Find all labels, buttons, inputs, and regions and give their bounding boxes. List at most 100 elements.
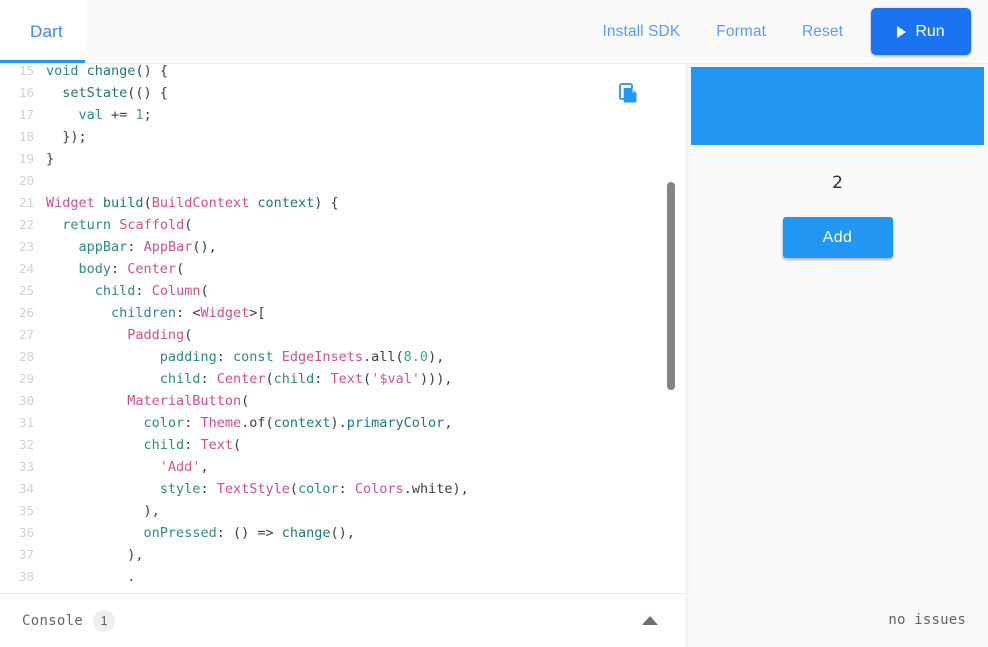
line-number: 35 [0,500,46,522]
tab-dart[interactable]: Dart [0,0,85,63]
code-line[interactable]: 18 }); [0,126,686,148]
code-token: ( [241,393,249,409]
line-number: 33 [0,456,46,478]
line-number: 32 [0,434,46,456]
code-line[interactable]: 22 return Scaffold( [0,214,686,236]
code-line[interactable]: 15void change() { [0,64,686,82]
code-token: padding [160,349,217,365]
play-icon [897,26,906,38]
code-token: }); [62,129,86,145]
code-line[interactable]: 37 ), [0,544,686,566]
code-token: Padding [127,327,184,343]
code-token: : [127,239,143,255]
code-token: : < [176,305,200,321]
line-number: 19 [0,148,46,170]
tab-dart-label: Dart [30,22,63,42]
code-line-text: ), [46,544,686,566]
code-token: (() { [127,85,168,101]
code-token: setState [62,85,127,101]
code-token: 1 [135,107,143,123]
line-number: 24 [0,258,46,280]
line-number: 34 [0,478,46,500]
line-number: 15 [0,64,46,82]
line-number: 26 [0,302,46,324]
code-token: , [444,415,452,431]
code-token: } [46,151,54,167]
reset-link[interactable]: Reset [784,15,861,49]
code-token: build [103,195,144,211]
line-number: 23 [0,236,46,258]
editor-column: 15void change() {16 setState(() {17 val … [0,64,687,647]
code-token: ( [184,217,192,233]
code-line[interactable]: 32 child: Text( [0,434,686,456]
code-token: , [200,459,208,475]
code-line[interactable]: 17 val += 1; [0,104,686,126]
code-token: const [233,349,274,365]
code-token: primaryColor [347,415,445,431]
code-token: ) { [314,195,338,211]
line-number: 25 [0,280,46,302]
code-token: ), [428,349,444,365]
code-token [111,217,119,233]
editor-scrollbar-thumb[interactable] [667,182,675,390]
code-token: (), [331,525,355,541]
add-button[interactable]: Add [783,217,893,258]
code-token: : [200,371,216,387]
code-line[interactable]: 27 Padding( [0,324,686,346]
preview-column: 2 Add no issues [687,64,988,647]
install-sdk-link[interactable]: Install SDK [585,15,699,49]
code-lines[interactable]: 15void change() {16 setState(() {17 val … [0,64,686,593]
code-token: += [103,107,136,123]
run-button[interactable]: Run [871,8,971,55]
issues-status-text: no issues [888,612,966,628]
code-token: style [160,481,201,497]
code-line[interactable]: 21Widget build(BuildContext context) { [0,192,686,214]
code-line[interactable]: 23 appBar: AppBar(), [0,236,686,258]
editor-scrollbar[interactable] [664,64,678,593]
code-line-text: void change() { [46,64,686,82]
console-bar[interactable]: Console 1 [0,593,687,647]
code-line[interactable]: 36 onPressed: () => change(), [0,522,686,544]
code-token: : () => [217,525,282,541]
code-line-text: setState(() { [46,82,686,104]
code-token: ; [144,107,152,123]
code-line[interactable]: 31 color: Theme.of(context).primaryColor… [0,412,686,434]
code-line[interactable]: 34 style: TextStyle(color: Colors.white)… [0,478,686,500]
caret-up-icon[interactable] [642,616,658,625]
code-token: : [200,481,216,497]
code-token: return [62,217,111,233]
code-line[interactable]: 35 ), [0,500,686,522]
code-line[interactable]: 30 MaterialButton( [0,390,686,412]
line-number: 27 [0,324,46,346]
code-line[interactable]: 28 padding: const EdgeInsets.all(8.0), [0,346,686,368]
code-editor[interactable]: 15void change() {16 setState(() {17 val … [0,64,687,593]
code-line[interactable]: 26 children: <Widget>[ [0,302,686,324]
code-token: : [111,261,127,277]
code-line-text: Padding( [46,324,686,346]
code-token: ( [176,261,184,277]
code-token: ( [200,283,208,299]
code-line-text: child: Column( [46,280,686,302]
code-token: child [144,437,185,453]
code-token: (), [192,239,216,255]
code-line[interactable]: 24 body: Center( [0,258,686,280]
code-line[interactable]: 29 child: Center(child: Text('$val'))), [0,368,686,390]
line-number: 29 [0,368,46,390]
code-token: .of( [241,415,274,431]
code-line[interactable]: 33 'Add', [0,456,686,478]
console-label: Console [22,613,83,629]
code-token: color [144,415,185,431]
code-line-text: onPressed: () => change(), [46,522,686,544]
copy-icon[interactable] [618,82,640,104]
code-line[interactable]: 38 . [0,566,686,588]
line-number: 22 [0,214,46,236]
counter-value: 2 [832,165,843,201]
code-line[interactable]: 16 setState(() { [0,82,686,104]
tab-active-underline [0,60,85,63]
code-line[interactable]: 25 child: Column( [0,280,686,302]
preview-pane: 2 Add [687,64,988,593]
code-line[interactable]: 19} [0,148,686,170]
format-link[interactable]: Format [698,15,784,49]
code-line[interactable]: 20 [0,170,686,192]
code-token: children [111,305,176,321]
